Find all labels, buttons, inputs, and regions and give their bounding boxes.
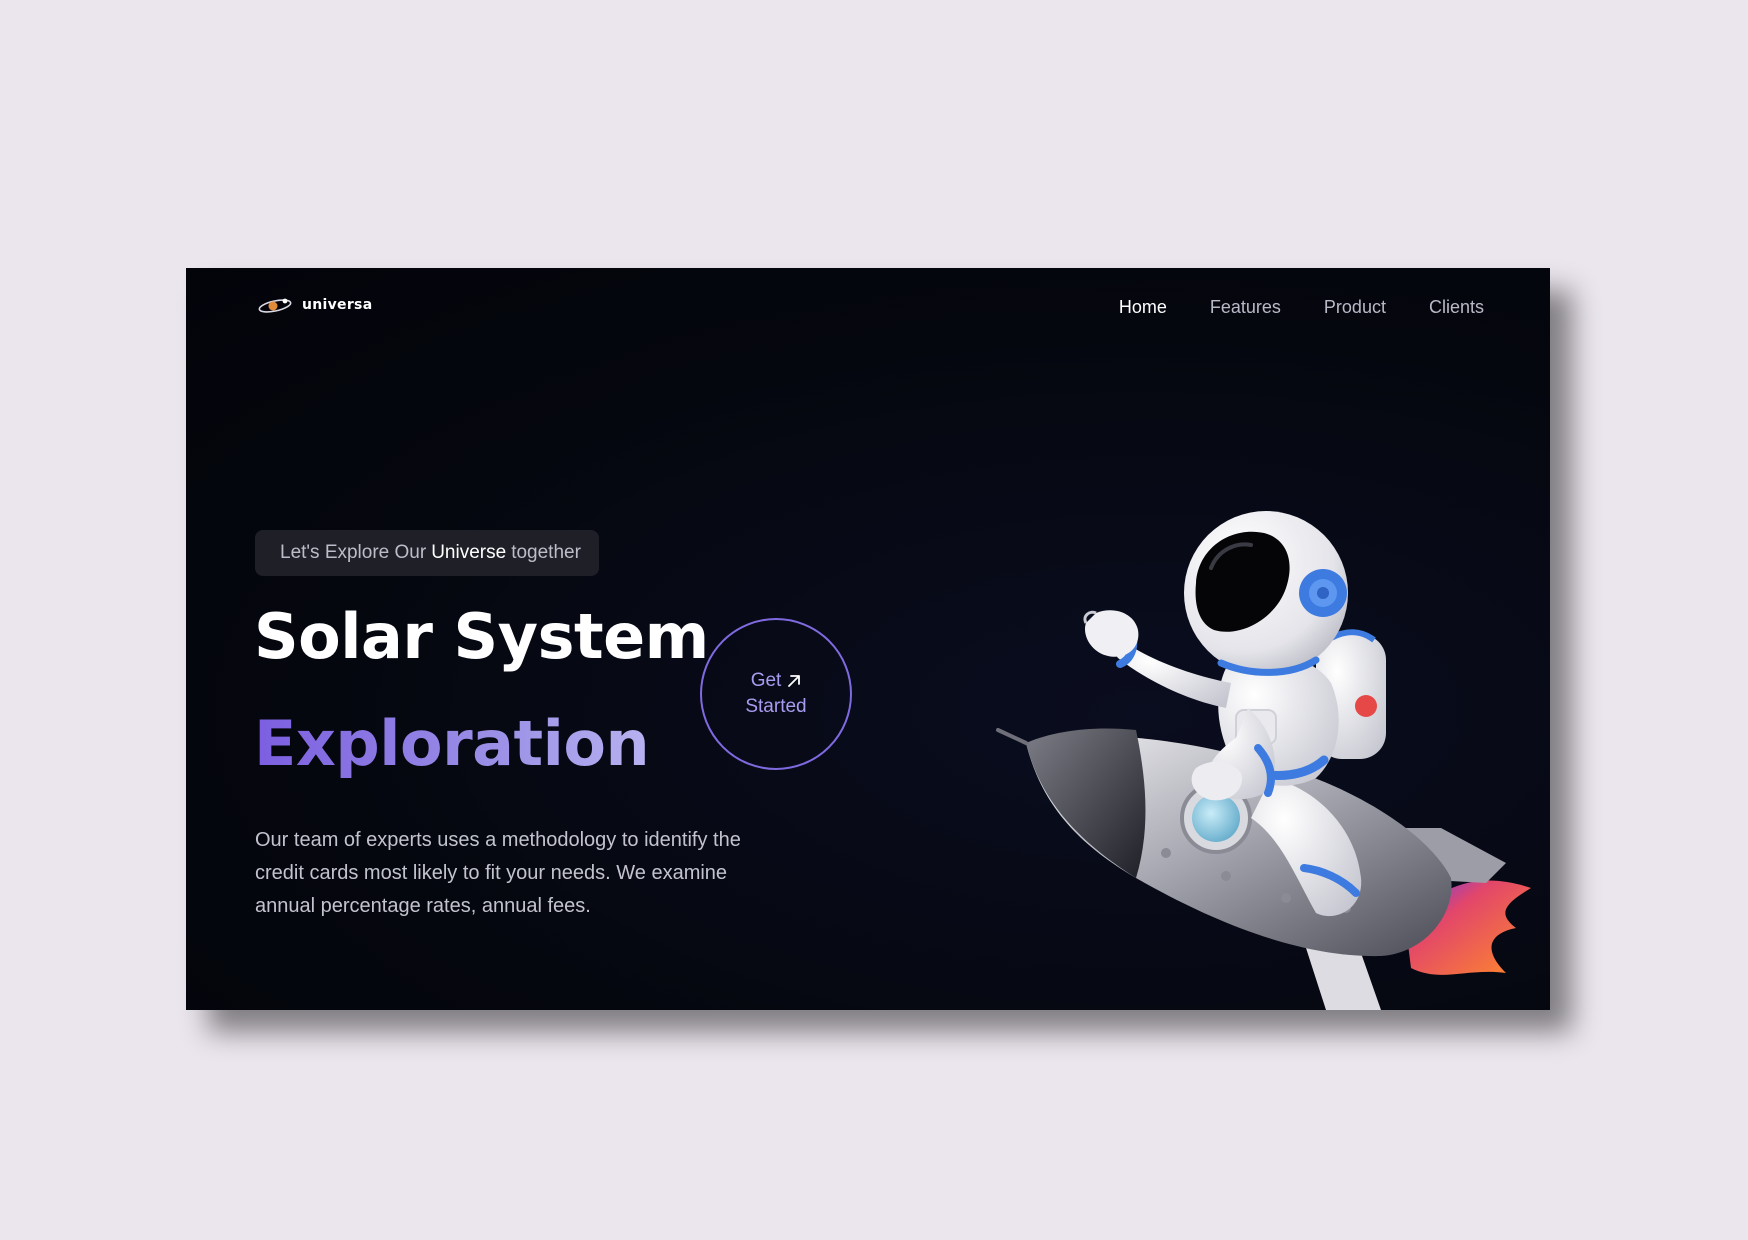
nav-product[interactable]: Product [1324,297,1386,318]
get-started-label-1: Get [750,670,782,691]
get-started-label-2: Started [745,696,807,717]
hero-title-line1: Solar System [254,600,709,673]
tagline-suffix: together [511,542,581,563]
brand-name: universa [302,297,373,313]
arrow-up-right-icon [788,675,801,687]
astronaut-rocket-illustration [996,511,1531,1010]
tagline-highlight: Universe [431,542,507,563]
brand-logo[interactable]: universa [258,296,372,314]
nav-features[interactable]: Features [1210,297,1281,318]
nav-home[interactable]: Home [1119,297,1167,318]
hero-title-line2: Exploration [254,707,650,780]
hero-description: Our team of experts uses a methodology t… [255,829,741,917]
main-nav: Home Features Product Clients [1119,297,1484,318]
nav-clients[interactable]: Clients [1429,297,1484,318]
tagline-prefix: Let's Explore Our [280,542,427,563]
planet-ring-icon [258,298,292,313]
landing-page-frame: universa Home Features Product Clients L… [186,268,1550,1010]
get-started-line1: Get [751,668,802,694]
tagline-badge: Let's Explore Our Universe together [255,530,599,576]
get-started-button[interactable]: Get Started [700,618,852,770]
